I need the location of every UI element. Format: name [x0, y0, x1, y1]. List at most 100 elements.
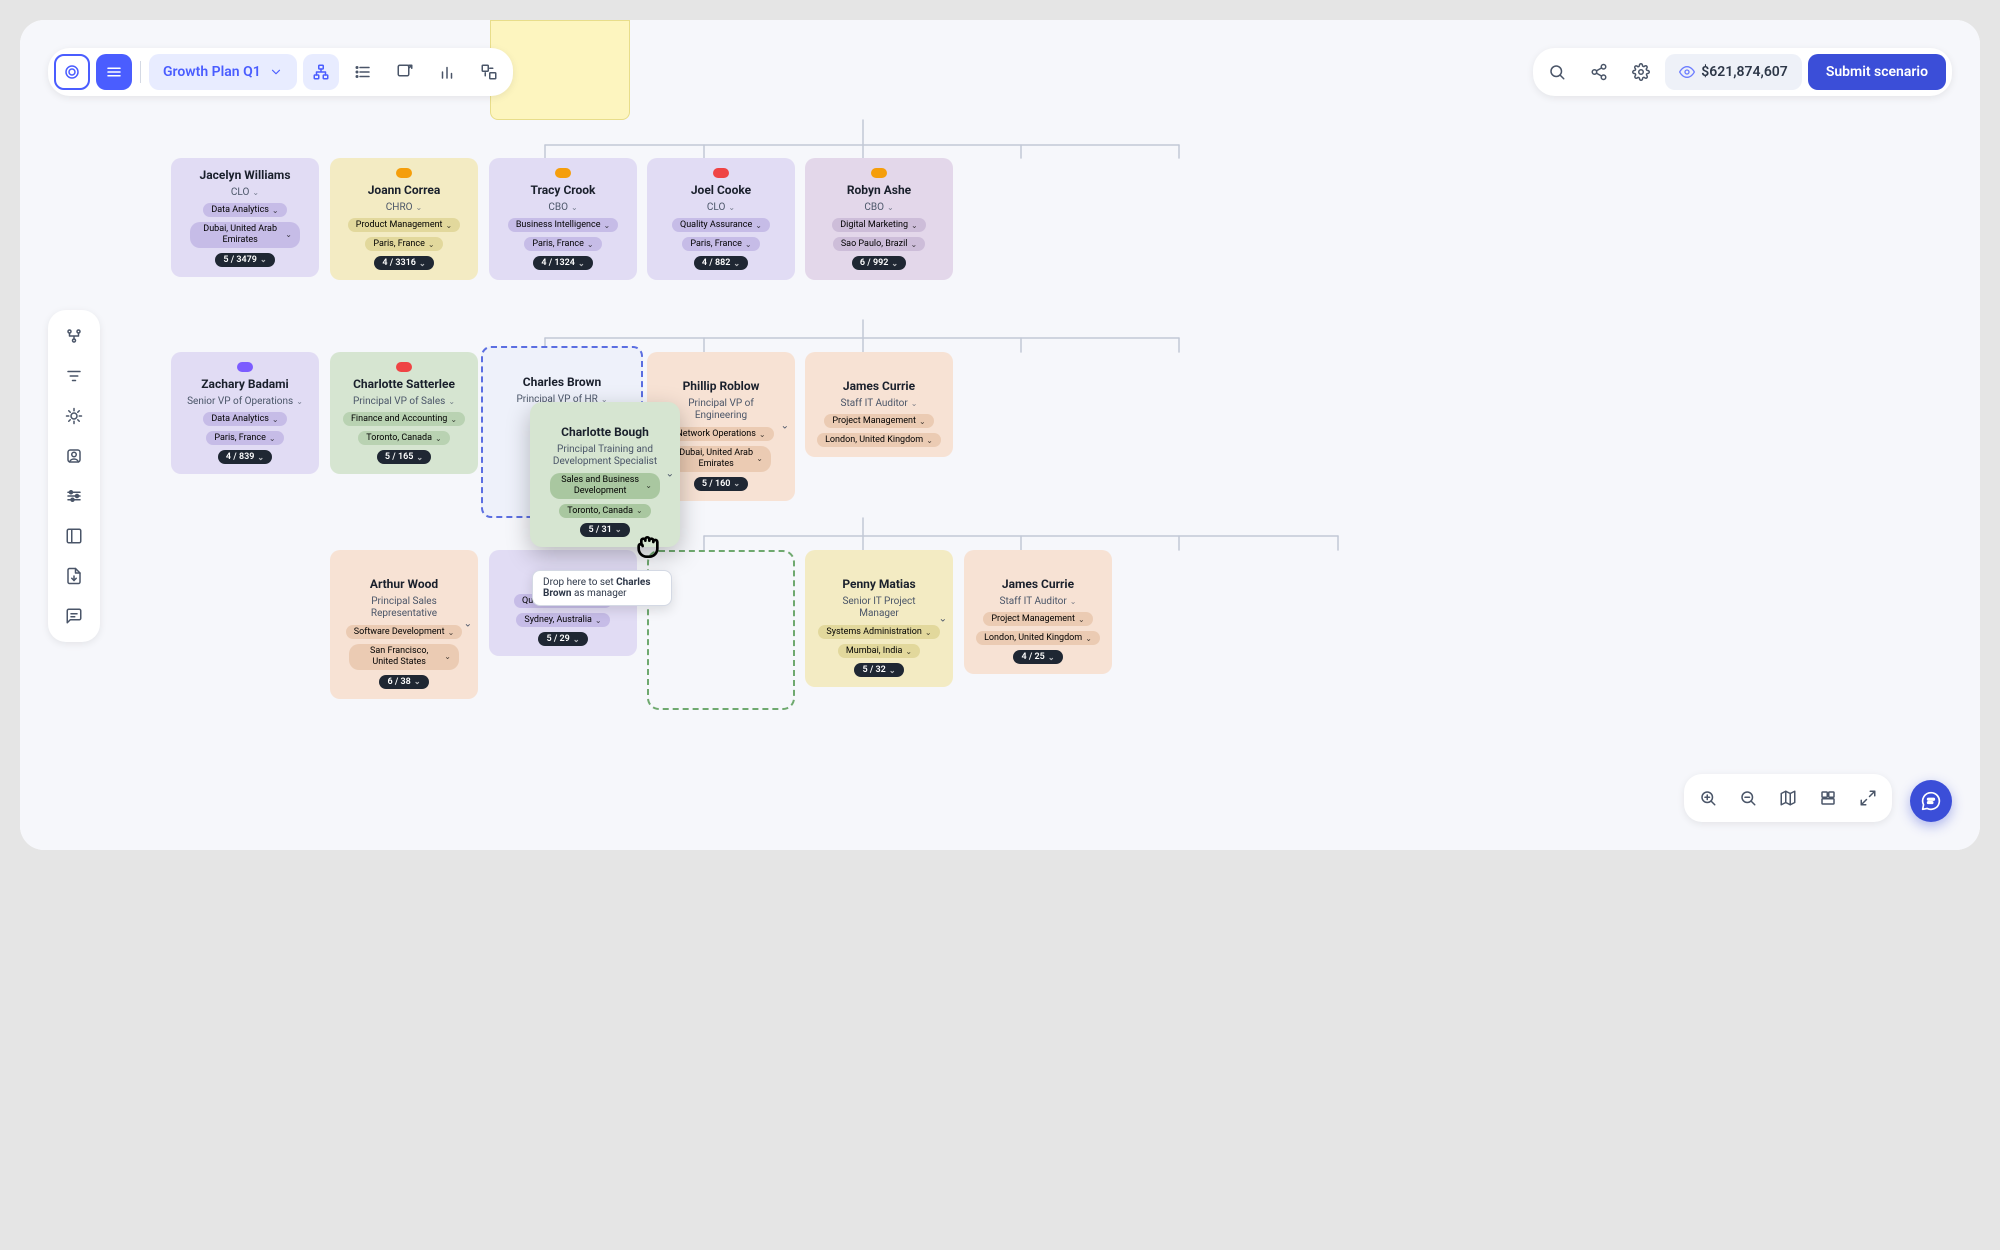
dept-pill[interactable]: Systems Administration⌄: [818, 625, 939, 639]
list-view-button[interactable]: [345, 54, 381, 90]
logo-icon[interactable]: [54, 54, 90, 90]
dept-pill[interactable]: Finance and Accounting⌄: [343, 412, 465, 426]
org-card[interactable]: James Currie Staff IT Auditor⌄ Project M…: [964, 550, 1112, 674]
location-pill[interactable]: Toronto, Canada⌄: [559, 504, 650, 518]
layout-tool-button[interactable]: [56, 518, 92, 554]
count-pill[interactable]: 5 / 29⌄: [538, 632, 587, 646]
sliders-tool-button[interactable]: [56, 478, 92, 514]
cost-value: $621,874,607: [1701, 64, 1788, 80]
org-card[interactable]: Tracy Crook CBO⌄ Business Intelligence⌄ …: [489, 158, 637, 280]
filter-tool-button[interactable]: [56, 358, 92, 394]
count-pill[interactable]: 5 / 31⌄: [580, 523, 629, 537]
dept-pill[interactable]: Quality Assurance⌄: [672, 218, 770, 232]
top-right-toolbar: $621,874,607 Submit scenario: [1533, 48, 1952, 96]
sparkle-view-button[interactable]: [387, 54, 423, 90]
location-pill[interactable]: Paris, France⌄: [365, 237, 442, 251]
profile-tool-button[interactable]: [56, 438, 92, 474]
dept-pill[interactable]: Project Management⌄: [983, 612, 1092, 626]
fit-button[interactable]: [1810, 780, 1846, 816]
card-name: Jacelyn Williams: [200, 168, 291, 182]
card-name: Phillip Roblow: [683, 379, 760, 393]
card-title: Principal Sales Representative: [354, 596, 454, 620]
search-button[interactable]: [1539, 54, 1575, 90]
org-card[interactable]: Joann Correa CHRO⌄ Product Management⌄ P…: [330, 158, 478, 280]
zoom-out-button[interactable]: [1730, 780, 1766, 816]
highlight-tool-button[interactable]: [56, 398, 92, 434]
dept-pill[interactable]: Business Intelligence⌄: [508, 218, 618, 232]
org-chart-view-button[interactable]: [303, 54, 339, 90]
dept-pill[interactable]: Network Operations⌄: [668, 427, 773, 441]
count-pill[interactable]: 5 / 165⌄: [377, 450, 431, 464]
branch-tool-button[interactable]: [56, 318, 92, 354]
org-card[interactable]: James Currie Staff IT Auditor⌄ Project M…: [805, 352, 953, 457]
location-pill[interactable]: Sydney, Australia⌄: [516, 613, 609, 627]
count-pill[interactable]: 6 / 38⌄: [379, 675, 428, 689]
count-pill[interactable]: 6 / 992⌄: [852, 256, 906, 270]
compare-view-button[interactable]: [471, 54, 507, 90]
org-chart-canvas[interactable]: Jacelyn Williams CLO⌄ Data Analytics⌄ Du…: [20, 20, 1980, 850]
card-title: CLO⌄: [231, 187, 259, 198]
location-pill[interactable]: London, United Kingdom⌄: [817, 433, 941, 447]
settings-button[interactable]: [1623, 54, 1659, 90]
chevron-down-icon[interactable]: ⌄: [939, 613, 947, 624]
chevron-down-icon[interactable]: ⌄: [666, 469, 674, 480]
count-pill[interactable]: 4 / 25⌄: [1013, 650, 1062, 664]
location-pill[interactable]: Mumbai, India⌄: [838, 644, 920, 658]
analytics-view-button[interactable]: [429, 54, 465, 90]
card-name: Charles Brown: [523, 375, 601, 389]
chat-icon: [1921, 791, 1941, 811]
dept-pill[interactable]: Data Analytics⌄: [203, 203, 286, 217]
card-title: Staff IT Auditor⌄: [1000, 596, 1077, 607]
location-pill[interactable]: Toronto, Canada⌄: [358, 431, 449, 445]
menu-button[interactable]: [96, 54, 132, 90]
location-pill[interactable]: Paris, France⌄: [206, 431, 283, 445]
fullscreen-button[interactable]: [1850, 780, 1886, 816]
org-card[interactable]: ⌄ Arthur Wood Principal Sales Representa…: [330, 550, 478, 699]
count-pill[interactable]: 4 / 839⌄: [218, 450, 272, 464]
chevron-down-icon[interactable]: ⌄: [464, 619, 472, 630]
scenario-selector[interactable]: Growth Plan Q1: [149, 54, 297, 90]
card-name: James Currie: [843, 379, 915, 393]
org-card[interactable]: Robyn Ashe CBO⌄ Digital Marketing⌄ Sao P…: [805, 158, 953, 280]
org-card[interactable]: Zachary Badami Senior VP of Operations⌄ …: [171, 352, 319, 474]
count-pill[interactable]: 4 / 3316⌄: [374, 256, 433, 270]
location-pill[interactable]: San Francisco, United States⌄: [349, 644, 459, 670]
dept-pill[interactable]: Project Management⌄: [824, 414, 933, 428]
card-title: Senior IT Project Manager: [829, 596, 929, 620]
location-pill[interactable]: Paris, France⌄: [682, 237, 759, 251]
location-pill[interactable]: Paris, France⌄: [524, 237, 601, 251]
card-name: Charlotte Satterlee: [353, 377, 455, 391]
map-button[interactable]: [1770, 780, 1806, 816]
location-pill[interactable]: Sao Paulo, Brazil⌄: [833, 237, 925, 251]
count-pill[interactable]: 5 / 3479⌄: [215, 253, 274, 267]
dept-pill[interactable]: Product Management⌄: [348, 218, 460, 232]
count-pill[interactable]: 5 / 160⌄: [694, 477, 748, 491]
chevron-down-icon[interactable]: ⌄: [781, 421, 789, 432]
edit-badge-icon: [396, 168, 412, 178]
export-tool-button[interactable]: [56, 558, 92, 594]
share-button[interactable]: [1581, 54, 1617, 90]
org-card[interactable]: Jacelyn Williams CLO⌄ Data Analytics⌄ Du…: [171, 158, 319, 277]
count-pill[interactable]: 4 / 1324⌄: [533, 256, 592, 270]
location-pill[interactable]: Dubai, United Arab Emirates⌄: [190, 222, 300, 248]
card-title: Principal VP of Sales⌄: [353, 396, 455, 407]
location-pill[interactable]: London, United Kingdom⌄: [976, 631, 1100, 645]
chat-fab-button[interactable]: [1910, 780, 1952, 822]
left-sidebar: [48, 310, 100, 642]
dragging-card[interactable]: ⌄ Charlotte Bough Principal Training and…: [530, 402, 680, 547]
card-name: Joann Correa: [368, 183, 441, 197]
delete-badge-icon: [713, 168, 729, 178]
count-pill[interactable]: 4 / 882⌄: [694, 256, 748, 270]
dept-pill[interactable]: Digital Marketing⌄: [832, 218, 926, 232]
dept-pill[interactable]: Software Development⌄: [346, 625, 463, 639]
count-pill[interactable]: 5 / 32⌄: [854, 663, 903, 677]
dept-pill[interactable]: Sales and Business Development⌄: [550, 473, 660, 499]
location-pill[interactable]: Dubai, United Arab Emirates⌄: [671, 446, 771, 472]
submit-scenario-button[interactable]: Submit scenario: [1808, 54, 1946, 90]
comment-tool-button[interactable]: [56, 598, 92, 634]
org-card[interactable]: ⌄ Penny Matias Senior IT Project Manager…: [805, 550, 953, 687]
zoom-in-button[interactable]: [1690, 780, 1726, 816]
dept-pill[interactable]: Data Analytics⌄: [203, 412, 286, 426]
org-card[interactable]: Charlotte Satterlee Principal VP of Sale…: [330, 352, 478, 474]
org-card[interactable]: Joel Cooke CLO⌄ Quality Assurance⌄ Paris…: [647, 158, 795, 280]
